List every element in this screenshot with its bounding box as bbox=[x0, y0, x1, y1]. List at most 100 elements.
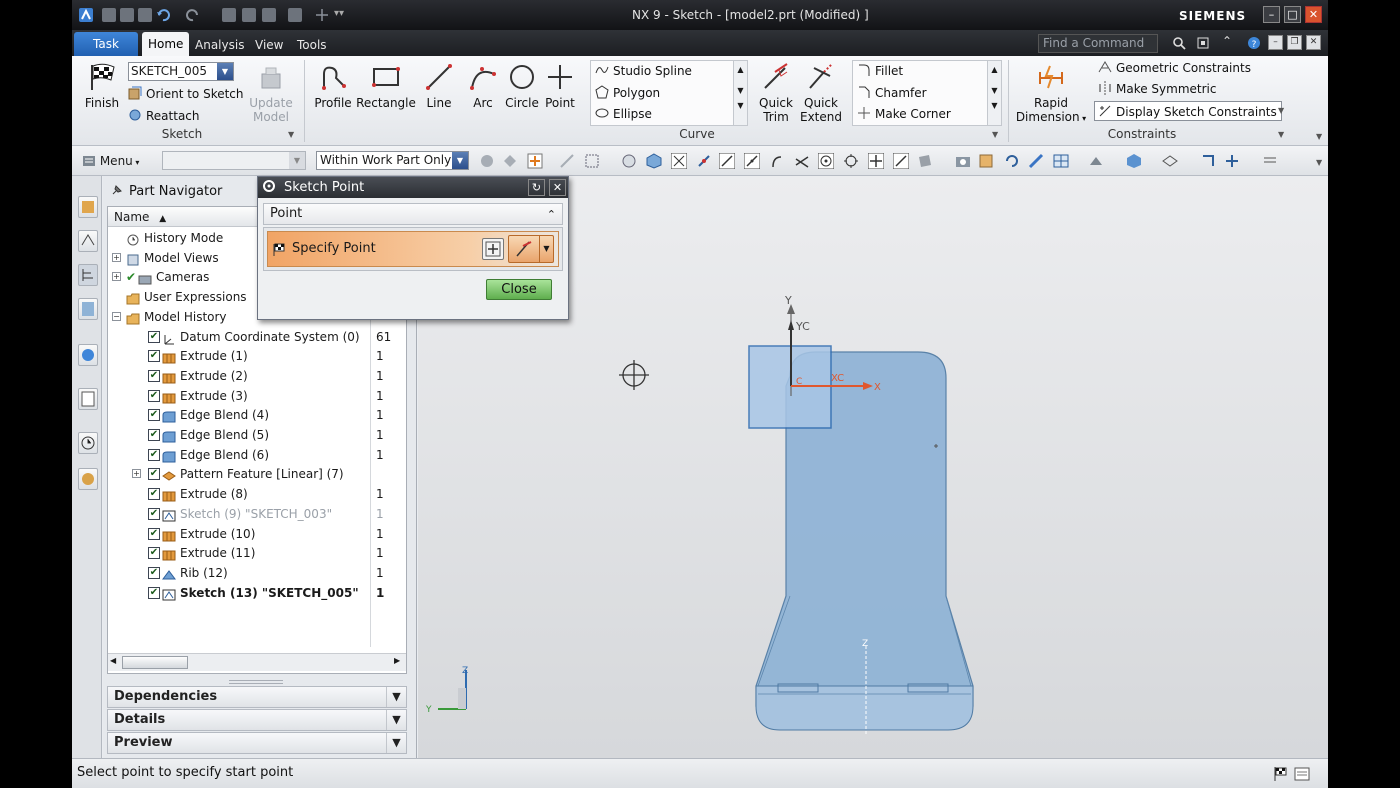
control-point-icon[interactable] bbox=[769, 153, 785, 169]
touch-mode-icon[interactable] bbox=[316, 9, 328, 21]
navigator-row[interactable]: ✔ Extrude (3) 1 bbox=[108, 386, 406, 406]
pan-icon[interactable] bbox=[1028, 153, 1044, 169]
dependencies-panel[interactable]: Dependencies ▼ bbox=[107, 686, 407, 708]
undo-icon[interactable] bbox=[156, 8, 170, 22]
point-on-curve-icon[interactable] bbox=[671, 153, 687, 169]
feature-checkbox[interactable]: ✔ bbox=[148, 448, 160, 461]
gear-icon[interactable] bbox=[262, 179, 276, 193]
gallery-scrollbar[interactable]: ▲ ▼ ▼ bbox=[987, 61, 1001, 125]
make-symmetric-button[interactable]: Make Symmetric bbox=[1098, 79, 1216, 99]
hd3d-tools-tab[interactable] bbox=[78, 344, 98, 366]
point-button[interactable]: Point bbox=[542, 62, 578, 110]
navigator-row[interactable]: + ✔ Pattern Feature [Linear] (7) bbox=[108, 464, 406, 484]
rectangle-select-icon[interactable] bbox=[584, 153, 600, 169]
point-section-header[interactable]: Point ⌃ bbox=[263, 203, 563, 225]
navigator-row[interactable]: ✔ Sketch (9) "SKETCH_003" 1 bbox=[108, 504, 406, 524]
assembly-navigator-tab[interactable] bbox=[78, 196, 98, 218]
navigator-row[interactable]: ✔ Edge Blend (4) 1 bbox=[108, 405, 406, 425]
doc-minimize-button[interactable]: – bbox=[1268, 35, 1283, 50]
scroll-right-icon[interactable]: ▶ bbox=[394, 656, 400, 665]
circle-button[interactable]: Circle bbox=[502, 62, 542, 110]
menu-button[interactable]: Menu ▾ bbox=[82, 152, 139, 170]
toolbar-options-icon[interactable] bbox=[1262, 153, 1278, 169]
update-model-button[interactable]: Update Model bbox=[248, 62, 294, 124]
tab-analysis[interactable]: Analysis bbox=[191, 34, 248, 56]
ellipse-button[interactable]: Ellipse bbox=[595, 104, 652, 124]
feature-checkbox[interactable]: ✔ bbox=[148, 566, 160, 579]
navigator-row[interactable]: ✔ Extrude (2) 1 bbox=[108, 366, 406, 386]
close-button[interactable]: Close bbox=[486, 279, 552, 300]
feature-checkbox[interactable]: ✔ bbox=[148, 429, 160, 441]
scroll-left-icon[interactable]: ◀ bbox=[110, 656, 116, 665]
part-navigator-tab[interactable] bbox=[78, 264, 98, 286]
quick-access-dropdown-icon[interactable]: ▾▾ bbox=[334, 8, 344, 19]
constraints-group-dropdown-icon[interactable]: ▼ bbox=[1278, 130, 1284, 139]
navigator-row[interactable]: ✔ Rib (12) 1 bbox=[108, 563, 406, 583]
snap-point-options-icon[interactable] bbox=[527, 153, 543, 169]
view-cube-icon[interactable] bbox=[646, 153, 662, 169]
move-component-icon[interactable] bbox=[1200, 153, 1216, 169]
finish-button[interactable]: Finish bbox=[80, 62, 124, 110]
collapse-icon[interactable]: ⌃ bbox=[547, 205, 556, 225]
specify-point-row[interactable]: Specify Point ▼ bbox=[267, 231, 559, 267]
camera-icon[interactable] bbox=[955, 153, 971, 169]
feature-checkbox[interactable]: ✔ bbox=[148, 488, 160, 501]
tab-task[interactable]: Task bbox=[74, 32, 138, 56]
constraint-navigator-tab[interactable] bbox=[78, 230, 98, 252]
details-panel[interactable]: Details ▼ bbox=[107, 709, 407, 731]
checkered-flag-icon[interactable] bbox=[1272, 766, 1288, 782]
profile-button[interactable]: Profile bbox=[312, 62, 354, 110]
point-on-line-icon[interactable] bbox=[893, 153, 909, 169]
open-icon[interactable] bbox=[120, 8, 134, 22]
horizontal-scrollbar[interactable]: ◀ ▶ bbox=[108, 653, 406, 671]
feature-checkbox[interactable]: ✔ bbox=[148, 409, 160, 422]
ribbon-options-icon[interactable]: ▼ bbox=[1316, 132, 1322, 141]
selection-scope-dropdown[interactable]: Within Work Part Only ▼ bbox=[316, 151, 469, 170]
mid-point-icon[interactable] bbox=[744, 153, 760, 169]
feature-checkbox[interactable]: ✔ bbox=[148, 369, 160, 382]
end-point-icon[interactable] bbox=[719, 153, 735, 169]
make-corner-button[interactable]: Make Corner bbox=[857, 104, 951, 124]
paste-view-icon[interactable] bbox=[978, 153, 994, 169]
background-icon[interactable] bbox=[1088, 153, 1104, 169]
navigator-row[interactable]: ✔ Datum Coordinate System (0) 61 bbox=[108, 327, 406, 347]
geometric-constraints-button[interactable]: Geometric Constraints bbox=[1098, 58, 1251, 78]
pin-icon[interactable] bbox=[111, 184, 123, 196]
feature-checkbox[interactable]: ✔ bbox=[148, 527, 160, 540]
toolbar-overflow-icon[interactable]: ▼ bbox=[1316, 158, 1322, 167]
navigator-row[interactable]: ✔ Sketch (13) "SKETCH_005" 1 bbox=[108, 583, 406, 603]
view-shaded-icon[interactable] bbox=[621, 153, 637, 169]
snap-end-icon[interactable] bbox=[696, 153, 712, 169]
navigator-row[interactable]: ✔ Extrude (8) 1 bbox=[108, 484, 406, 504]
select-body-icon[interactable] bbox=[502, 153, 518, 169]
constraints-dropdown-icon[interactable]: ▼ bbox=[1278, 106, 1284, 115]
doc-close-button[interactable]: ✕ bbox=[1306, 35, 1321, 50]
fit-window-icon[interactable] bbox=[1196, 36, 1210, 50]
feature-checkbox[interactable]: ✔ bbox=[148, 468, 160, 481]
work-layer-icon[interactable] bbox=[1126, 153, 1142, 169]
quick-extend-button[interactable]: Quick Extend bbox=[799, 62, 843, 124]
navigator-row[interactable]: ✔ Extrude (1) 1 bbox=[108, 346, 406, 366]
line-button[interactable]: Line bbox=[422, 62, 456, 110]
deselect-icon[interactable] bbox=[559, 153, 575, 169]
feature-checkbox[interactable]: ✔ bbox=[148, 507, 160, 520]
quick-trim-button[interactable]: Quick Trim bbox=[756, 62, 796, 124]
panel-resize-grip[interactable] bbox=[229, 680, 283, 684]
sketch-group-dropdown-icon[interactable]: ▼ bbox=[288, 130, 294, 139]
quadrant-point-icon[interactable] bbox=[843, 153, 859, 169]
polygon-button[interactable]: Polygon bbox=[595, 83, 660, 103]
show-hide-icon[interactable] bbox=[1162, 153, 1178, 169]
navigator-row[interactable]: ✔ Extrude (11) 1 bbox=[108, 543, 406, 563]
feature-checkbox[interactable]: ✔ bbox=[148, 350, 160, 363]
rapid-dimension-button[interactable]: Rapid Dimension ▾ bbox=[1014, 62, 1088, 124]
paste-icon[interactable] bbox=[262, 8, 276, 22]
arc-button[interactable]: Arc bbox=[466, 62, 500, 110]
message-window-icon[interactable] bbox=[1294, 766, 1310, 782]
find-command-input[interactable]: Find a Command bbox=[1038, 34, 1158, 53]
maximize-button[interactable]: □ bbox=[1284, 6, 1301, 23]
render-style-icon[interactable] bbox=[1053, 153, 1069, 169]
tab-view[interactable]: View bbox=[251, 34, 287, 56]
expand-node-icon[interactable]: + bbox=[112, 252, 121, 262]
rectangle-button[interactable]: Rectangle bbox=[356, 62, 416, 110]
intersection-point-icon[interactable] bbox=[794, 153, 810, 169]
